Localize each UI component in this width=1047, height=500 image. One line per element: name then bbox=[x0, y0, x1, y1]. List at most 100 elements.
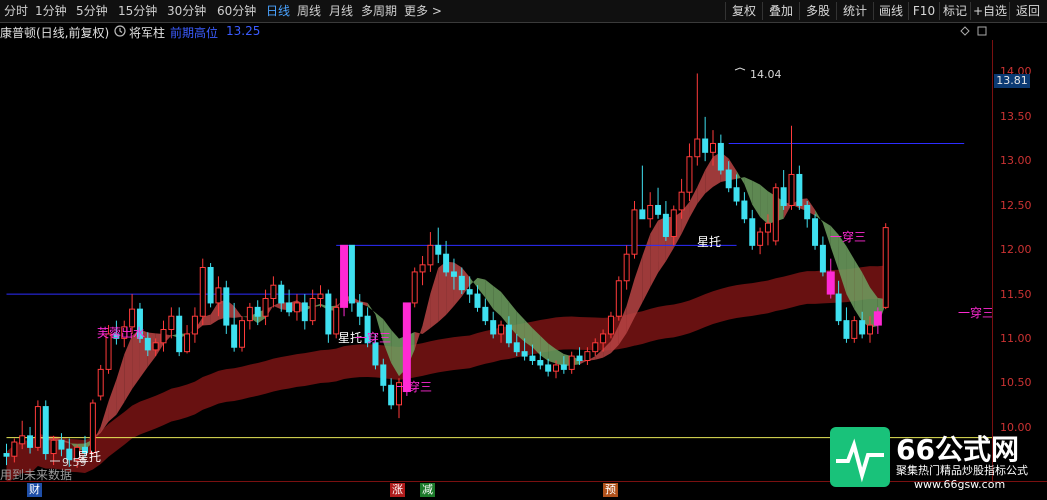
candle-body bbox=[513, 342, 520, 353]
tab-fenshi[interactable]: 分时 bbox=[4, 3, 28, 19]
candle-body bbox=[270, 284, 277, 300]
candle-body bbox=[435, 244, 442, 255]
candle-body bbox=[710, 142, 716, 153]
candle-body bbox=[694, 138, 701, 158]
diamond-icon[interactable] bbox=[960, 25, 970, 39]
candlestick-chart[interactable]: 14.04 9.59 芙蓉出水 星托 星托 一穿三 星托 一穿三 一穿三 一穿三… bbox=[0, 40, 992, 481]
candle-body bbox=[568, 355, 575, 370]
candle-body bbox=[199, 266, 206, 317]
tab-1min[interactable]: 1分钟 bbox=[35, 3, 67, 19]
y-tick: 12.50 bbox=[1000, 199, 1032, 212]
candle-body bbox=[97, 368, 104, 397]
candle-body bbox=[168, 315, 175, 331]
candle-body bbox=[246, 306, 253, 322]
candle-body bbox=[553, 364, 559, 372]
logo-url: www.66gsw.com bbox=[914, 478, 1005, 491]
candle-body bbox=[458, 275, 465, 291]
candle-body bbox=[450, 271, 457, 277]
y-tick: 10.50 bbox=[1000, 376, 1032, 389]
candle-body bbox=[50, 439, 57, 455]
candle-body bbox=[576, 355, 583, 362]
candle-body bbox=[254, 306, 261, 317]
ribbon-segment bbox=[760, 184, 768, 225]
signal-xingtuo-1: 星托 bbox=[77, 450, 101, 464]
candle-body bbox=[3, 453, 10, 457]
reduce-tag[interactable]: 减 bbox=[420, 483, 435, 497]
candle-body bbox=[882, 227, 889, 308]
ribbon-segment bbox=[736, 170, 745, 185]
ribbon-segment bbox=[744, 177, 753, 205]
high-price-marker bbox=[734, 67, 746, 71]
tab-5min[interactable]: 5分钟 bbox=[76, 3, 108, 19]
current-price-badge: 13.81 bbox=[994, 74, 1030, 88]
signal-yichuansan-3: 一穿三 bbox=[830, 229, 866, 244]
tab-30min[interactable]: 30分钟 bbox=[167, 3, 206, 19]
tab-15min[interactable]: 15分钟 bbox=[118, 3, 157, 19]
candle-body bbox=[678, 191, 685, 211]
candle-body bbox=[231, 324, 238, 348]
candle-body bbox=[184, 333, 191, 353]
candle-body bbox=[388, 384, 395, 406]
multi-stock-button[interactable]: 多股 bbox=[799, 2, 836, 20]
overlay-button[interactable]: 叠加 bbox=[762, 2, 799, 20]
candle-body bbox=[419, 264, 426, 273]
candle-body bbox=[647, 204, 654, 220]
stock-title: 康普顿(日线,前复权) bbox=[0, 26, 110, 40]
back-button[interactable]: 返回 bbox=[1009, 2, 1046, 20]
ribbon-segment bbox=[556, 349, 564, 367]
candle-body bbox=[490, 320, 497, 335]
tab-weekly[interactable]: 周线 bbox=[297, 3, 321, 19]
tab-more[interactable]: 更多 > bbox=[404, 3, 442, 19]
settings-icon[interactable] bbox=[977, 25, 987, 39]
candle-body bbox=[717, 142, 724, 171]
ribbon-segment bbox=[234, 306, 242, 318]
candle-body bbox=[402, 302, 411, 393]
tab-multi-period[interactable]: 多周期 bbox=[361, 3, 397, 19]
candle-body bbox=[215, 287, 222, 304]
candle-body bbox=[278, 284, 285, 304]
candle-body bbox=[317, 293, 324, 300]
tab-60min[interactable]: 60分钟 bbox=[217, 3, 256, 19]
candle-body bbox=[757, 231, 764, 246]
logo-slogan: 聚集热门精品炒股指标公式 bbox=[896, 463, 1028, 477]
candle-body bbox=[851, 320, 858, 339]
candle-body bbox=[725, 169, 732, 189]
rise-tag[interactable]: 涨 bbox=[390, 483, 405, 497]
candle-body bbox=[27, 435, 34, 448]
candle-body bbox=[380, 364, 387, 386]
candle-body bbox=[19, 435, 26, 445]
indicator-name[interactable]: 将军柱 bbox=[129, 24, 165, 41]
restore-rights-button[interactable]: 复权 bbox=[725, 2, 762, 20]
signal-furong: 芙蓉出水 bbox=[97, 326, 145, 340]
candle-body bbox=[301, 302, 308, 322]
y-tick: 11.00 bbox=[1000, 332, 1032, 345]
site-logo: 66公式网 聚集热门精品炒股指标公式 www.66gsw.com bbox=[830, 427, 1028, 491]
tab-daily[interactable]: 日线 bbox=[266, 3, 290, 19]
candle-body bbox=[655, 204, 662, 215]
candle-body bbox=[796, 173, 803, 206]
finance-tag[interactable]: 财 bbox=[27, 483, 42, 497]
candle-body bbox=[788, 173, 795, 206]
ribbon-segment bbox=[367, 302, 376, 315]
clock-icon[interactable] bbox=[114, 25, 126, 40]
draw-line-button[interactable]: 画线 bbox=[873, 2, 908, 20]
y-tick: 13.00 bbox=[1000, 154, 1032, 167]
candle-body bbox=[309, 298, 316, 322]
candle-body bbox=[356, 302, 363, 317]
tab-monthly[interactable]: 月线 bbox=[329, 3, 353, 19]
candle-body bbox=[529, 355, 536, 362]
candle-body bbox=[804, 204, 811, 220]
candle-body bbox=[615, 280, 622, 317]
signal-xingtuo-3: 星托 bbox=[697, 235, 721, 249]
f10-button[interactable]: F10 bbox=[908, 2, 939, 20]
candle-body bbox=[286, 302, 293, 313]
statistics-button[interactable]: 统计 bbox=[836, 2, 873, 20]
candle-body bbox=[545, 364, 552, 372]
candle-body bbox=[867, 324, 873, 335]
ribbon-segment bbox=[752, 180, 761, 217]
forecast-tag[interactable]: 预 bbox=[603, 483, 618, 497]
add-watchlist-button[interactable]: +自选 bbox=[970, 2, 1009, 20]
mark-button[interactable]: 标记 bbox=[939, 2, 970, 20]
candle-body bbox=[239, 320, 245, 348]
candle-body bbox=[623, 253, 630, 282]
